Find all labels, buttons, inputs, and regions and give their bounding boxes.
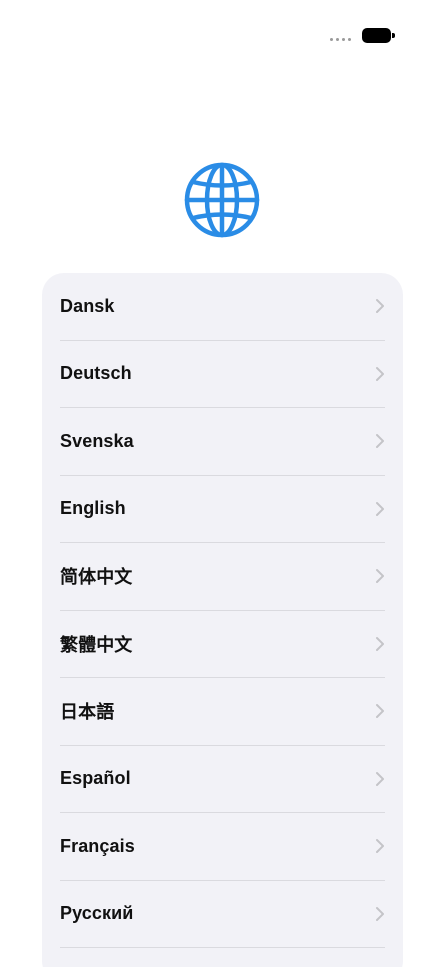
language-item-espanol[interactable]: Español [60,746,385,813]
language-item-english[interactable]: English [60,476,385,543]
language-label: Dansk [60,295,115,316]
language-item-russian[interactable]: Русский [60,881,385,948]
battery-icon [362,28,391,43]
chevron-right-icon [376,906,384,921]
language-label: Español [60,768,131,789]
language-item-svenska[interactable]: Svenska [60,408,385,476]
chevron-right-icon [376,636,384,651]
chevron-right-icon [376,569,384,584]
language-label: Svenska [60,430,134,451]
language-label: 日本語 [60,702,115,723]
language-label: English [60,498,126,519]
language-label: Русский [60,903,134,924]
language-item-dansk[interactable]: Dansk [60,273,385,341]
language-selection-screen: Dansk Deutsch Svenska English 简体中文 繁體中文 … [0,0,445,967]
language-item-francais[interactable]: Français [60,813,385,881]
cellular-signal-icon [330,38,351,41]
language-label: 繁體中文 [60,634,133,655]
language-list: Dansk Deutsch Svenska English 简体中文 繁體中文 … [42,273,403,967]
status-bar [0,0,445,70]
chevron-right-icon [376,839,384,854]
language-item-simplified-chinese[interactable]: 简体中文 [60,543,385,611]
language-item-japanese[interactable]: 日本語 [60,678,385,746]
battery-tip [392,33,395,38]
language-item-deutsch[interactable]: Deutsch [60,341,385,408]
chevron-right-icon [376,299,384,314]
chevron-right-icon [376,366,384,381]
globe-icon [184,162,260,238]
language-label: Deutsch [60,363,132,384]
language-label: Français [60,835,135,856]
language-item-traditional-chinese[interactable]: 繁體中文 [60,611,385,678]
chevron-right-icon [376,501,384,516]
chevron-right-icon [376,434,384,449]
chevron-right-icon [376,771,384,786]
language-label: 简体中文 [60,567,133,588]
chevron-right-icon [376,704,384,719]
